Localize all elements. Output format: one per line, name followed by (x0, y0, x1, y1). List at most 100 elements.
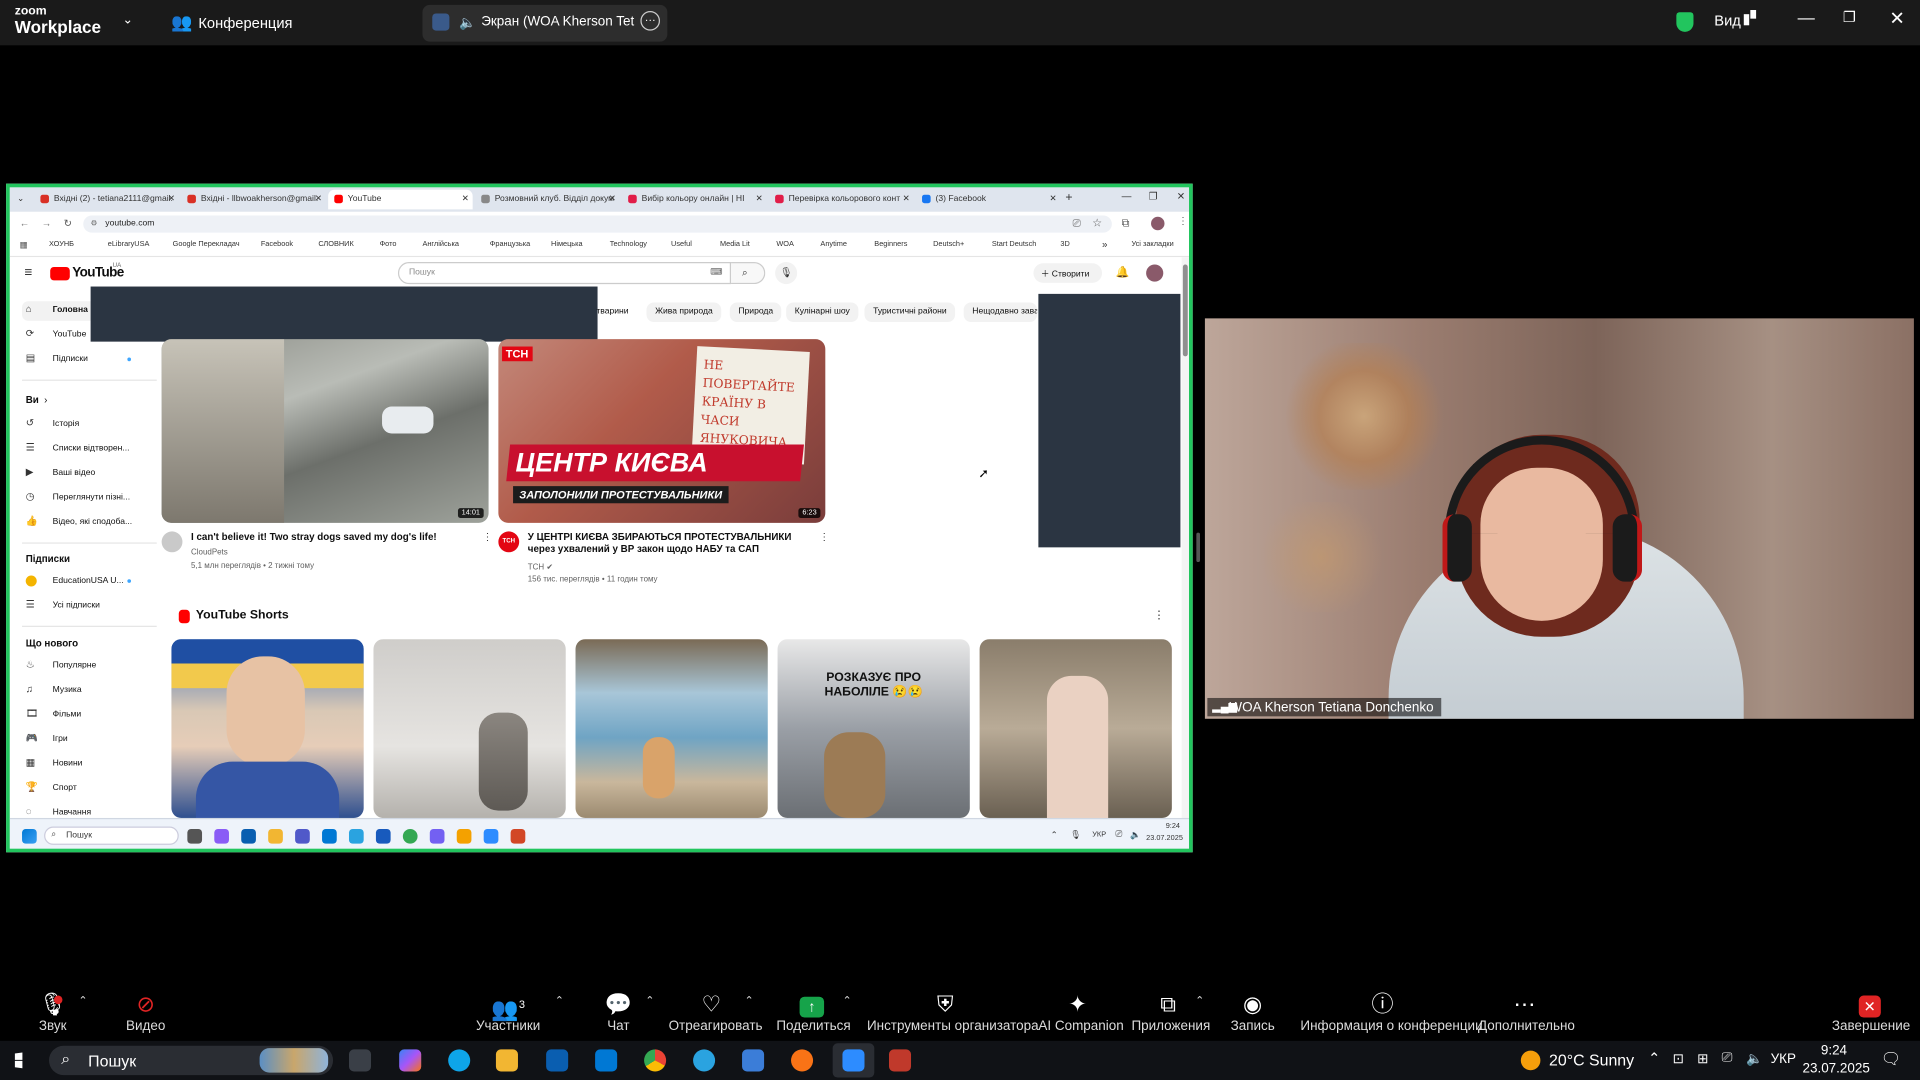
sidebar-item-subscriptions[interactable]: ▤ Підписки (22, 350, 157, 370)
caret-up-icon[interactable]: ⌃ (78, 994, 87, 1007)
bookmark[interactable]: eLibraryUSA (108, 241, 150, 248)
more-button[interactable]: ⋯ Дополнительно (1478, 992, 1575, 1034)
caret-up-icon[interactable]: ⌃ (1195, 994, 1204, 1007)
minimize-icon[interactable]: — (1122, 191, 1132, 202)
filter-chip[interactable]: Жива природа (646, 302, 722, 323)
weather-text[interactable]: 20°C Sunny (1549, 1051, 1634, 1069)
sidebar-item-your-videos[interactable]: ▶ Ваші відео (22, 464, 157, 484)
chevron-up-icon[interactable]: ⌃ (1051, 830, 1058, 840)
participant-video[interactable]: ▂▄▆ WOA Kherson Tetiana Donchenko (1204, 318, 1914, 719)
copilot-icon[interactable] (214, 828, 229, 844)
outlook-icon[interactable] (322, 828, 337, 844)
weather-sun-icon[interactable] (1520, 1050, 1541, 1071)
powerpoint-icon[interactable] (510, 828, 526, 844)
minimize-icon[interactable]: — (1798, 7, 1815, 27)
video-title[interactable]: I can't believe it! Two stray dogs saved… (191, 531, 479, 543)
close-tab-icon[interactable]: ✕ (609, 193, 616, 204)
browser-tab[interactable]: Вхідні - llbwoakherson@gmail. ✕ (181, 190, 325, 210)
microphone-icon[interactable]: 🎙 (775, 262, 798, 285)
forward-icon[interactable]: → (42, 218, 52, 229)
bookmark[interactable]: Facebook (261, 241, 293, 248)
keyboard-icon[interactable]: ⌨ (710, 267, 722, 277)
bookmark-star-icon[interactable]: ☆ (1092, 217, 1102, 230)
profile-avatar[interactable] (1151, 216, 1165, 231)
close-icon[interactable]: ✕ (1177, 191, 1185, 202)
short-thumbnail[interactable]: РОЗКАЗУЄ ПРО НАБОЛІЛЕ 😢😢 (777, 639, 970, 818)
sidebar-item-news[interactable]: ▦ Новини (22, 754, 157, 774)
sidebar-item-learning[interactable]: ◌ Навчання (22, 803, 157, 818)
site-info-icon[interactable]: ⚙ (91, 219, 98, 227)
browser-tab[interactable]: (3) Facebook ✕ (916, 190, 1060, 210)
tray-app-icon[interactable]: ⊞ (1697, 1051, 1708, 1067)
scrollbar-thumb[interactable] (1182, 264, 1188, 357)
more-bookmarks-icon[interactable]: » (1102, 239, 1107, 250)
channel-avatar[interactable]: ТСН (498, 531, 520, 553)
close-tab-icon[interactable]: ✕ (315, 193, 322, 204)
copilot-icon[interactable] (399, 1049, 422, 1072)
clock-time[interactable]: 9:24 (1821, 1043, 1847, 1058)
filter-chip[interactable]: Нещодавно заван (963, 302, 1038, 323)
tray-app-icon[interactable]: ⊡ (1673, 1051, 1684, 1067)
record-button[interactable]: ◉ Запись (1229, 992, 1276, 1034)
bookmark[interactable]: 3D (1060, 241, 1069, 248)
taskbar-search[interactable]: ⌕ Пошук (48, 1045, 334, 1076)
sidebar-item-trending[interactable]: ♨ Популярне (22, 656, 157, 676)
short-thumbnail[interactable] (171, 639, 364, 818)
short-thumbnail[interactable] (979, 639, 1172, 818)
close-tab-icon[interactable]: ✕ (756, 193, 763, 204)
edge-icon[interactable] (448, 1049, 471, 1072)
sidebar-item-playlists[interactable]: ☰ Списки відтворен... (22, 440, 157, 460)
bookmark[interactable]: Фото (380, 241, 397, 248)
bookmark[interactable]: СЛОВНИК (318, 241, 353, 248)
word-icon[interactable] (375, 828, 391, 844)
reload-icon[interactable]: ↻ (64, 218, 72, 229)
channel-avatar[interactable] (161, 531, 183, 553)
telegram-icon[interactable] (693, 1049, 716, 1072)
meeting-info-button[interactable]: ⓘ Информация о конференции (1300, 992, 1482, 1034)
tab-list-icon[interactable]: ⌄ (17, 193, 24, 204)
bookmark[interactable]: Deutsch+ (933, 241, 964, 248)
bookmark[interactable]: Німецька (551, 241, 583, 248)
sidebar-item-all-subscriptions[interactable]: ☰ Усі підписки (22, 596, 157, 616)
caret-up-icon[interactable]: ⌃ (744, 994, 753, 1007)
app-icon[interactable] (742, 1049, 765, 1072)
volume-icon[interactable]: 🔈 (1746, 1051, 1763, 1067)
back-icon[interactable]: ← (20, 218, 30, 229)
meeting-label[interactable]: Конференция (198, 15, 292, 32)
video-menu-icon[interactable]: ⋮ (482, 531, 492, 542)
video-thumbnail[interactable]: НЕ ПОВЕРТАЙТЕ КРАЇНУ В ЧАСИ ЯНУКОВИЧА ТС… (498, 339, 826, 523)
bookmark[interactable]: Useful (671, 241, 692, 248)
chat-button[interactable]: 💬 Чат (602, 992, 634, 1034)
install-icon[interactable]: ⎚ (1073, 218, 1081, 230)
bookmark[interactable]: Англійська (422, 241, 458, 248)
end-meeting-button[interactable]: ✕ Завершение (1832, 992, 1910, 1033)
bookmark[interactable]: Technology (610, 241, 647, 248)
sidebar-item-gaming[interactable]: 🎮 Ігри (22, 730, 157, 750)
language-indicator[interactable]: УКР (1092, 831, 1106, 838)
notifications-bell-icon[interactable]: 🔔 (1116, 266, 1130, 279)
video-thumbnail[interactable]: 14:01 (161, 339, 489, 523)
sidebar-item-history[interactable]: ↺ Історія (22, 415, 157, 435)
snipping-tool-icon[interactable] (888, 1049, 912, 1072)
view-grid-icon[interactable]: ▮▘ (1742, 10, 1761, 27)
short-thumbnail[interactable] (575, 639, 768, 818)
channel-name[interactable]: CloudPets (191, 549, 228, 558)
share-button[interactable]: ↑ Поделиться (776, 992, 851, 1033)
all-bookmarks[interactable]: Усі закладки (1131, 241, 1173, 248)
language-indicator[interactable]: УКР (1771, 1052, 1796, 1067)
search-button[interactable]: ⌕ (731, 262, 766, 285)
bookmark[interactable]: Media Lit (720, 241, 750, 248)
url-field[interactable]: ⚙ youtube.com ⎚ ☆ (83, 215, 1112, 233)
create-button[interactable]: ＋ Створити (1033, 263, 1103, 283)
bookmark[interactable]: Anytime (820, 241, 847, 248)
close-tab-icon[interactable]: ✕ (168, 193, 175, 204)
account-avatar[interactable] (1146, 264, 1164, 282)
caret-up-icon[interactable]: ⌃ (555, 994, 564, 1007)
sidebar-item-subscription[interactable]: EducationUSA U... (22, 572, 157, 592)
chrome-icon[interactable] (402, 828, 418, 844)
close-tab-icon[interactable]: ✕ (462, 193, 469, 204)
volume-icon[interactable]: 🔈 (1130, 830, 1141, 840)
panel-splitter[interactable] (1196, 532, 1201, 563)
bookmark[interactable]: Французька (490, 241, 530, 248)
bookmark[interactable]: Beginners (874, 241, 907, 248)
